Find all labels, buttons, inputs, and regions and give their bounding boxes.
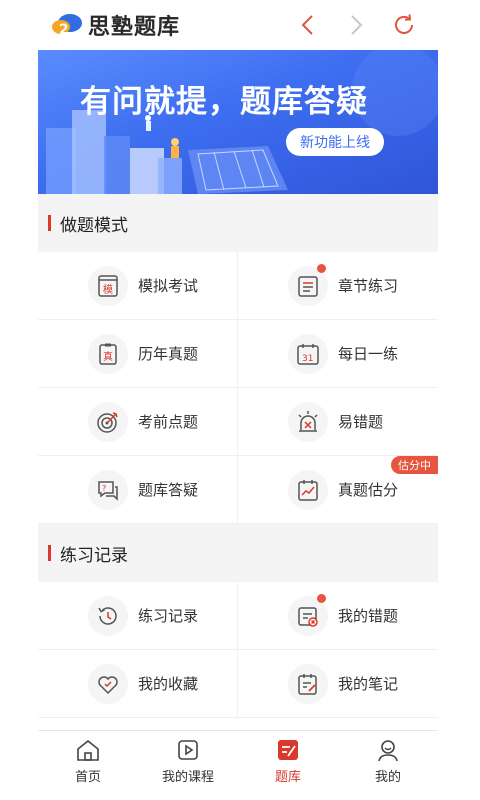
banner-illustration	[46, 50, 438, 194]
new-dot-badge	[317, 263, 326, 273]
my-wrong-questions-item[interactable]: 我的错题	[238, 582, 438, 650]
new-feature-badge[interactable]: 新功能上线	[286, 128, 384, 156]
practice-mode-header: 做题模式	[38, 194, 438, 252]
section-title: 做题模式	[60, 215, 128, 236]
item-label: 每日一练	[338, 345, 399, 363]
section-accent-bar	[48, 545, 51, 561]
score-chart-icon	[298, 479, 318, 501]
chapter-list-icon	[298, 275, 318, 297]
chevron-left-icon	[301, 15, 313, 35]
item-label: 易错题	[338, 413, 384, 431]
mock-exam-icon-text: 模	[103, 284, 113, 296]
refresh-button[interactable]	[380, 5, 428, 45]
chevron-right-icon	[351, 15, 363, 35]
tab-home[interactable]: 首页	[38, 731, 138, 792]
question-bank-icon	[278, 740, 298, 760]
section-title: 练习记录	[60, 545, 128, 566]
error-prone-item[interactable]: 易错题	[238, 388, 438, 456]
back-button[interactable]	[284, 5, 332, 45]
records-header: 练习记录	[38, 524, 438, 582]
item-label: 章节练习	[338, 277, 399, 295]
past-paper-icon-text: 真	[103, 350, 113, 363]
practice-mode-grid: 模 模拟考试 章节练习 真 历年真题 31 每日一练 考前点题 易错题 ? 题库…	[38, 252, 438, 524]
pre-exam-tips-item[interactable]: 考前点题	[38, 388, 238, 456]
top-bar: 2 思塾题库	[38, 0, 438, 50]
item-label: 我的错题	[338, 607, 399, 625]
refresh-icon	[395, 14, 413, 34]
tab-label: 我的课程	[161, 770, 214, 785]
chat-question-icon: ?	[98, 480, 118, 501]
tab-label: 首页	[74, 770, 101, 785]
item-label: 题库答疑	[138, 481, 199, 499]
practice-history-item[interactable]: 练习记录	[38, 582, 238, 650]
home-icon	[77, 739, 99, 761]
item-label: 真题估分	[338, 481, 399, 499]
home-indicator-area	[38, 792, 438, 800]
history-clock-icon	[98, 606, 117, 625]
notes-icon	[298, 673, 317, 695]
tab-label: 我的	[374, 770, 401, 785]
bottom-tab-bar: 首页 我的课程 题库 我的	[38, 730, 438, 792]
calendar-icon-text: 31	[302, 354, 313, 364]
logo-mark-icon: 2	[52, 14, 82, 38]
wrong-questions-icon	[298, 606, 318, 627]
calendar-icon: 31	[297, 343, 319, 365]
item-label: 练习记录	[138, 607, 199, 625]
mock-exam-icon: 模	[98, 274, 118, 297]
brand-logo: 2 思塾题库	[50, 9, 180, 41]
target-icon	[97, 411, 118, 433]
tab-mine[interactable]: 我的	[338, 731, 438, 792]
brand-name: 思塾题库	[88, 15, 181, 40]
chapter-practice-item[interactable]: 章节练习	[238, 252, 438, 320]
score-estimate-item[interactable]: 估分中 真题估分	[238, 456, 438, 524]
past-papers-item[interactable]: 真 历年真题	[38, 320, 238, 388]
my-notes-item[interactable]: 我的笔记	[238, 650, 438, 718]
item-label: 模拟考试	[138, 277, 199, 295]
item-label: 我的笔记	[338, 675, 399, 693]
svg-text:?: ?	[102, 484, 106, 493]
records-grid: 练习记录 我的错题 我的收藏 我的笔记	[38, 582, 438, 718]
mock-exam-item[interactable]: 模 模拟考试	[38, 252, 238, 320]
new-dot-badge	[317, 593, 326, 603]
item-label: 历年真题	[138, 345, 199, 363]
promo-banner[interactable]: 有问就提，题库答疑 新功能上线	[38, 50, 438, 194]
past-paper-icon: 真	[99, 343, 117, 365]
banner-title: 有问就提，题库答疑	[80, 84, 368, 120]
forward-button[interactable]	[332, 5, 380, 45]
my-favorites-item[interactable]: 我的收藏	[38, 650, 238, 718]
tab-my-courses[interactable]: 我的课程	[138, 731, 238, 792]
heart-icon	[98, 675, 118, 694]
tab-label: 题库	[274, 770, 301, 785]
daily-practice-item[interactable]: 31 每日一练	[238, 320, 438, 388]
user-icon	[378, 740, 398, 762]
alarm-icon	[298, 410, 318, 432]
estimating-tag: 估分中	[391, 456, 438, 474]
item-label: 考前点题	[138, 413, 199, 431]
play-course-icon	[178, 740, 198, 760]
item-label: 我的收藏	[138, 675, 199, 693]
app-root: 2 思塾题库 有问就提，题库答疑 新功能上线 做题模式 模 模拟考试 章节练习 …	[38, 0, 438, 800]
tab-question-bank[interactable]: 题库	[238, 731, 338, 792]
section-accent-bar	[48, 215, 51, 231]
qa-item[interactable]: ? 题库答疑	[38, 456, 238, 524]
svg-text:2: 2	[59, 22, 69, 38]
